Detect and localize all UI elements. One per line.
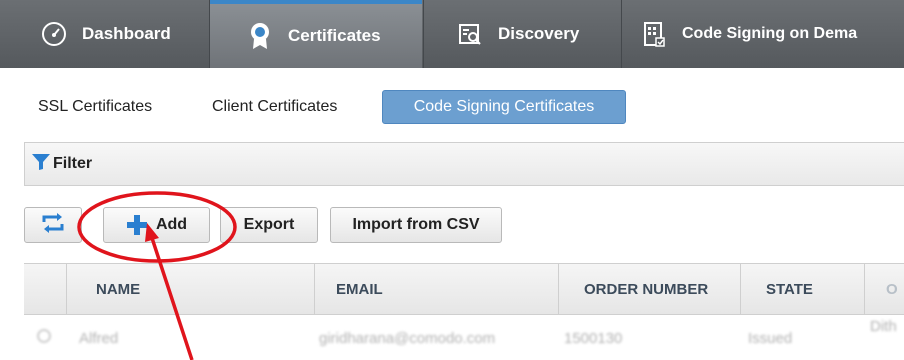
certificate-badge-icon: [246, 22, 274, 50]
column-header-order-number[interactable]: ORDER NUMBER: [584, 264, 708, 314]
column-separator: [66, 264, 67, 314]
tab-label: Discovery: [498, 24, 580, 43]
add-label: Add: [155, 216, 188, 233]
column-separator: [864, 264, 865, 314]
tab-discovery[interactable]: Discovery: [424, 0, 620, 68]
import-from-csv-button[interactable]: Import from CSV: [330, 207, 502, 243]
column-header-name[interactable]: NAME: [96, 264, 140, 314]
filter-label: Filter: [53, 155, 93, 172]
discovery-icon: [456, 20, 484, 48]
subtab-label: Client Certificates: [212, 98, 338, 115]
column-separator: [740, 264, 741, 314]
filter-bar[interactable]: Filter: [24, 142, 904, 186]
subtab-label: SSL Certificates: [38, 98, 153, 115]
column-header-email[interactable]: EMAIL: [336, 264, 383, 314]
column-separator: [314, 264, 315, 314]
code-signing-icon: [640, 20, 668, 48]
add-button[interactable]: Add: [103, 207, 210, 243]
table-header: NAME EMAIL ORDER NUMBER STATE O: [24, 263, 904, 315]
tab-code-signing-on-demand[interactable]: Code Signing on Dema: [622, 0, 904, 68]
table-row[interactable]: Alfred giridharana@comodo.com 1500130 Is…: [24, 316, 904, 360]
row-select-radio[interactable]: [36, 328, 52, 348]
export-label: Export: [243, 216, 295, 233]
subtab-label: Code Signing Certificates: [413, 98, 595, 115]
tab-dashboard[interactable]: Dashboard: [0, 0, 208, 68]
import-label: Import from CSV: [352, 216, 480, 233]
plus-icon: [126, 214, 148, 236]
cell-state: Issued: [748, 330, 793, 347]
column-header-state[interactable]: STATE: [766, 264, 813, 314]
cell-other: Dith: [870, 318, 897, 335]
cell-email: giridharana@comodo.com: [319, 330, 496, 347]
refresh-icon: [40, 212, 66, 239]
tab-certificates[interactable]: Certificates: [210, 0, 422, 68]
subtab-code-signing-certificates[interactable]: Code Signing Certificates: [382, 90, 626, 124]
cell-order-number: 1500130: [564, 330, 623, 347]
column-separator: [558, 264, 559, 314]
tab-label: Certificates: [288, 26, 381, 45]
funnel-icon: [31, 153, 51, 176]
tab-label: Dashboard: [82, 24, 171, 43]
gauge-icon: [40, 20, 68, 48]
refresh-button[interactable]: [24, 207, 82, 243]
cell-name: Alfred: [79, 330, 119, 347]
subtab-ssl-certificates[interactable]: SSL Certificates: [26, 90, 164, 124]
subtab-client-certificates[interactable]: Client Certificates: [200, 90, 349, 124]
export-button[interactable]: Export: [220, 207, 318, 243]
top-nav: Dashboard Certificates Discovery Code Si…: [0, 0, 904, 68]
tab-label: Code Signing on Dema: [682, 25, 858, 42]
column-header-other[interactable]: O: [886, 264, 898, 314]
